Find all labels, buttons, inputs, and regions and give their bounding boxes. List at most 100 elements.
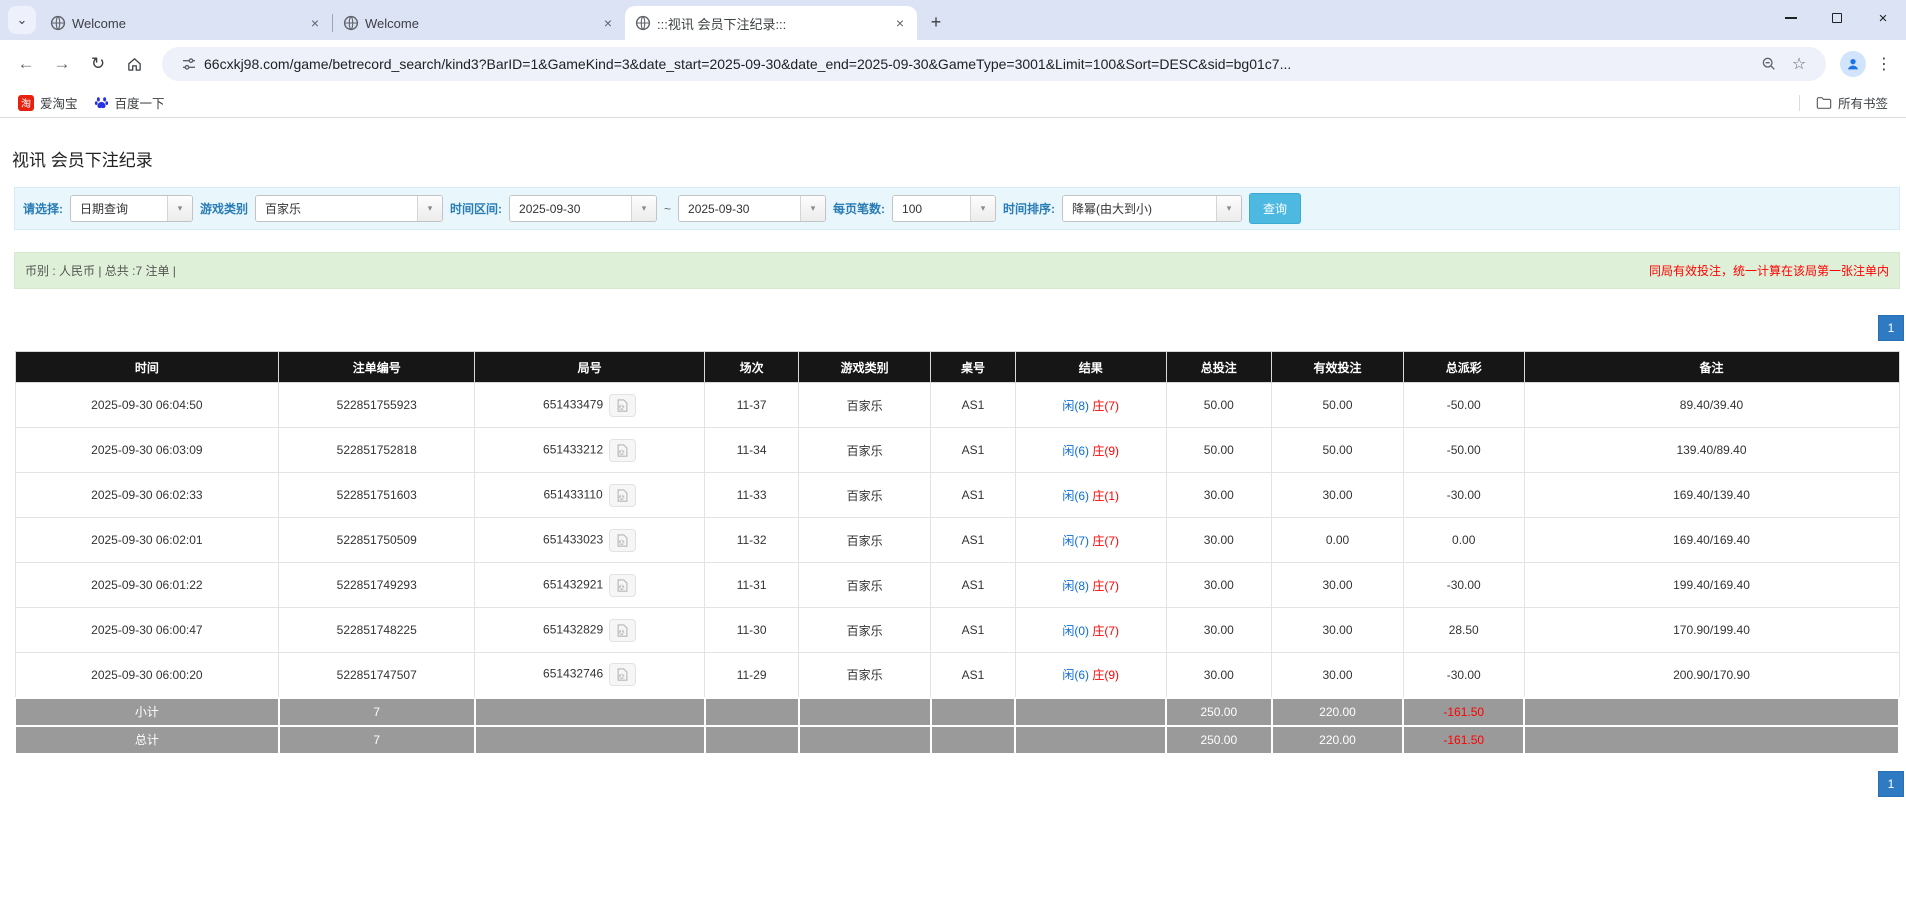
video-replay-button[interactable]	[609, 484, 636, 507]
cell-total-bet[interactable]: 30.00	[1166, 563, 1272, 608]
zoom-out-icon[interactable]	[1758, 53, 1780, 75]
bookmark-aitaobao[interactable]: 淘 爱淘宝	[10, 90, 86, 115]
cell-session: 11-31	[705, 563, 799, 608]
video-replay-button[interactable]	[609, 663, 636, 686]
cell-total-bet[interactable]: 50.00	[1166, 383, 1272, 428]
url-text[interactable]: 66cxkj98.com/game/betrecord_search/kind3…	[204, 56, 1754, 72]
video-replay-button[interactable]	[609, 394, 636, 417]
bookmark-star-icon[interactable]: ☆	[1788, 53, 1810, 75]
cell-result: 闲(8) 庄(7)	[1015, 563, 1166, 608]
tab-welcome-2[interactable]: Welcome ×	[333, 6, 625, 40]
tab-welcome-1[interactable]: Welcome ×	[40, 6, 332, 40]
restore-icon	[1832, 13, 1842, 23]
minimize-icon	[1785, 17, 1797, 19]
page-1-button[interactable]: 1	[1878, 771, 1904, 797]
col-time: 时间	[15, 352, 279, 383]
bookmark-baidu[interactable]: 百度一下	[86, 90, 173, 115]
tab-close-icon[interactable]: ×	[306, 14, 324, 32]
cell-session: 11-30	[705, 608, 799, 653]
subtotal-label: 小计	[15, 698, 279, 726]
cell-total-bet[interactable]: 30.00	[1166, 473, 1272, 518]
per-page-input[interactable]	[893, 196, 970, 221]
cell-total-bet[interactable]: 30.00	[1166, 653, 1272, 698]
forward-button[interactable]: →	[46, 48, 78, 80]
date-start-picker[interactable]: ▾	[509, 195, 657, 222]
chevron-down-icon[interactable]: ▾	[417, 196, 442, 221]
profile-avatar[interactable]	[1840, 51, 1866, 77]
video-replay-button[interactable]	[609, 619, 636, 642]
game-type-select[interactable]: 百家乐 ▾	[255, 195, 443, 222]
video-replay-button[interactable]	[609, 439, 636, 462]
col-table: 桌号	[931, 352, 1016, 383]
sort-select[interactable]: 降幂(由大到小) ▾	[1062, 195, 1242, 222]
select-type-label: 请选择:	[23, 200, 63, 217]
table-row: 2025-09-30 06:02:33522851751603651433110…	[15, 473, 1899, 518]
cell-valid-bet: 30.00	[1272, 563, 1404, 608]
page-content: 视讯 会员下注纪录 请选择: 日期查询 ▾ 游戏类别 百家乐 ▾ 时间区间: ▾…	[0, 146, 1906, 797]
pagination-bottom: 1	[0, 771, 1904, 797]
reload-button[interactable]: ↻	[82, 48, 114, 80]
cell-bet-id: 522851752818	[279, 428, 475, 473]
video-replay-button[interactable]	[609, 574, 636, 597]
query-type-select[interactable]: 日期查询 ▾	[70, 195, 193, 222]
game-type-label: 游戏类别	[200, 200, 248, 217]
empty-cell	[475, 698, 705, 726]
filter-bar: 请选择: 日期查询 ▾ 游戏类别 百家乐 ▾ 时间区间: ▾ ~ ▾ 每页笔数:…	[14, 187, 1900, 230]
new-tab-button[interactable]: +	[923, 9, 949, 35]
result-player: 闲(6)	[1062, 668, 1089, 682]
cell-bet-id: 522851747507	[279, 653, 475, 698]
tab-close-icon[interactable]: ×	[599, 14, 617, 32]
result-player: 闲(8)	[1062, 399, 1089, 413]
col-total-bet: 总投注	[1166, 352, 1272, 383]
result-banker: 庄(9)	[1092, 444, 1119, 458]
table-row: 2025-09-30 06:01:22522851749293651432921…	[15, 563, 1899, 608]
browser-toolbar: ← → ↻ 66cxkj98.com/game/betrecord_search…	[0, 40, 1906, 88]
date-start-input[interactable]	[510, 196, 631, 221]
address-bar[interactable]: 66cxkj98.com/game/betrecord_search/kind3…	[162, 47, 1826, 81]
cell-round: 651433479	[475, 383, 705, 428]
window-close-button[interactable]: ×	[1860, 0, 1906, 36]
cell-total-bet[interactable]: 50.00	[1166, 428, 1272, 473]
chevron-down-icon[interactable]: ▾	[800, 196, 825, 221]
total-total-bet: 250.00	[1166, 726, 1272, 754]
page-title: 视讯 会员下注纪录	[12, 146, 1906, 171]
table-row: 2025-09-30 06:00:47522851748225651432829…	[15, 608, 1899, 653]
per-page-select[interactable]: ▾	[892, 195, 996, 222]
tab-search-button[interactable]: ⌄	[8, 6, 36, 34]
chevron-down-icon[interactable]: ▾	[167, 196, 192, 221]
search-button[interactable]: 查询	[1249, 193, 1301, 224]
page-1-button[interactable]: 1	[1878, 315, 1904, 341]
round-number: 651432829	[543, 622, 603, 636]
cell-valid-bet: 50.00	[1272, 383, 1404, 428]
chevron-down-icon[interactable]: ▾	[970, 196, 995, 221]
round-number: 651433212	[543, 442, 603, 456]
currency-summary-text: 币别 : 人民币 | 总共 :7 注单 |	[25, 262, 176, 279]
bookmark-label: 百度一下	[115, 93, 165, 112]
date-end-input[interactable]	[679, 196, 800, 221]
window-minimize-button[interactable]	[1768, 0, 1814, 36]
tab-title: :::视讯 会员下注纪录:::	[657, 14, 885, 33]
table-row: 2025-09-30 06:00:20522851747507651432746…	[15, 653, 1899, 698]
chevron-down-icon[interactable]: ▾	[1216, 196, 1241, 221]
bookmarks-bar: 淘 爱淘宝 百度一下 所有书签	[0, 88, 1906, 118]
tab-close-icon[interactable]: ×	[891, 14, 909, 32]
date-end-picker[interactable]: ▾	[678, 195, 826, 222]
sort-label: 时间排序:	[1003, 200, 1055, 217]
window-restore-button[interactable]	[1814, 0, 1860, 36]
table-body: 2025-09-30 06:04:50522851755923651433479…	[15, 383, 1899, 698]
chevron-down-icon[interactable]: ▾	[631, 196, 656, 221]
site-settings-icon[interactable]	[178, 53, 200, 75]
cell-time: 2025-09-30 06:02:01	[15, 518, 279, 563]
home-button[interactable]	[118, 48, 150, 80]
col-round: 局号	[475, 352, 705, 383]
video-replay-button[interactable]	[609, 529, 636, 552]
all-bookmarks-button[interactable]: 所有书签	[1808, 90, 1896, 115]
back-button[interactable]: ←	[10, 48, 42, 80]
browser-menu-button[interactable]: ⋮	[1872, 54, 1896, 74]
subtotal-row: 小计 7 250.00 220.00 -161.50	[15, 698, 1899, 726]
cell-total-bet[interactable]: 30.00	[1166, 608, 1272, 653]
tab-bet-records[interactable]: :::视讯 会员下注纪录::: ×	[625, 6, 917, 40]
close-icon: ×	[1879, 10, 1888, 27]
empty-cell	[705, 698, 799, 726]
cell-total-bet[interactable]: 30.00	[1166, 518, 1272, 563]
